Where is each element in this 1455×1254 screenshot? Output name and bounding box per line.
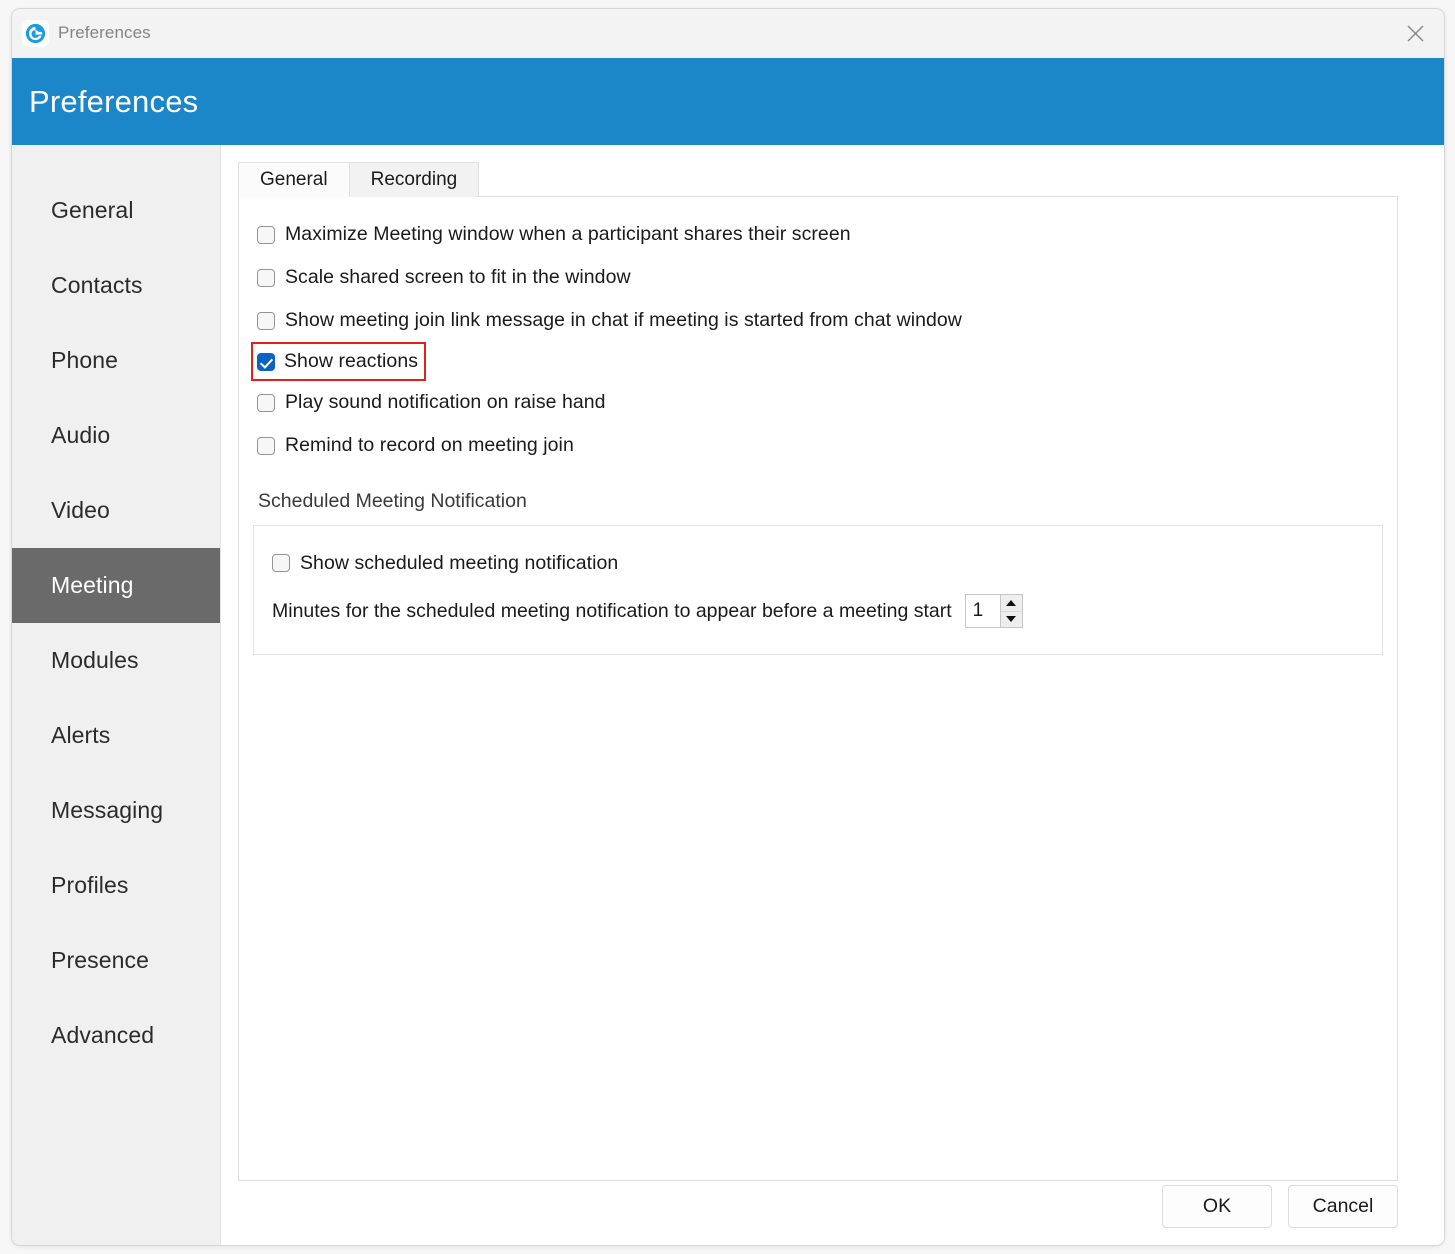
sidebar-item-label: Audio xyxy=(51,422,111,448)
meeting-options-list: Maximize Meeting window when a participa… xyxy=(251,213,1383,467)
sidebar: General Contacts Phone Audio Video Meeting Mod… xyxy=(12,145,221,1245)
option-row-play-sound-notification-on[interactable]: Play sound notification on raise hand xyxy=(253,381,1383,424)
stepper-up-icon[interactable] xyxy=(1000,595,1022,612)
sidebar-item-profiles[interactable]: Profiles xyxy=(12,848,220,923)
option-row-maximize-meeting-window-when[interactable]: Maximize Meeting window when a participa… xyxy=(253,213,1383,256)
checkbox-label-show-scheduled-meeting-notification: Show scheduled meeting notification xyxy=(300,551,619,574)
sidebar-item-phone[interactable]: Phone xyxy=(12,323,220,398)
content-area: General Recording Maximize Meeting window… xyxy=(221,145,1444,1245)
checkbox-label-show-meeting-join-link: Show meeting join link message in chat i… xyxy=(285,309,962,331)
sidebar-item-label: Meeting xyxy=(51,572,134,598)
tab-panel-general: Maximize Meeting window when a participa… xyxy=(238,196,1398,1181)
app-logo-icon xyxy=(22,19,49,47)
option-row-scale-shared-screen-to[interactable]: Scale shared screen to fit in the window xyxy=(253,256,1383,299)
sidebar-item-label: Presence xyxy=(51,947,149,973)
option-row-show-scheduled-meeting-notification[interactable]: Show scheduled meeting notification xyxy=(268,544,1368,582)
titlebar: Preferences xyxy=(12,9,1444,58)
titlebar-title: Preferences xyxy=(58,23,151,42)
sidebar-item-presence[interactable]: Presence xyxy=(12,923,220,998)
sidebar-item-video[interactable]: Video xyxy=(12,473,220,548)
sidebar-item-advanced[interactable]: Advanced xyxy=(12,998,220,1073)
minutes-label: Minutes for the scheduled meeting notifi… xyxy=(272,599,952,622)
tab-recording[interactable]: Recording xyxy=(348,162,480,197)
option-row-show-reactions[interactable]: Show reactions xyxy=(251,342,427,381)
sidebar-item-general[interactable]: General xyxy=(12,173,220,248)
checkbox-label-show-reactions: Show reactions xyxy=(284,350,419,372)
checkbox-label-play-sound-notification-on: Play sound notification on raise hand xyxy=(285,391,606,413)
cancel-button[interactable]: Cancel xyxy=(1288,1184,1398,1228)
checkbox-label-remind-to-record-on: Remind to record on meeting join xyxy=(285,434,574,456)
body-area: General Contacts Phone Audio Video Meeting Mod… xyxy=(12,145,1444,1245)
tab-general[interactable]: General xyxy=(238,162,350,198)
checkbox-show-meeting-join-link[interactable] xyxy=(257,311,275,330)
sidebar-item-label: Profiles xyxy=(51,872,129,898)
preferences-window: Preferences Preferences General Contacts P… xyxy=(11,8,1445,1246)
minutes-stepper[interactable]: 1 xyxy=(964,594,1023,628)
stepper-down-icon[interactable] xyxy=(1001,612,1022,628)
sidebar-item-alerts[interactable]: Alerts xyxy=(12,698,220,773)
sidebar-item-label: Contacts xyxy=(51,272,143,298)
sidebar-item-contacts[interactable]: Contacts xyxy=(12,248,220,323)
checkbox-play-sound-notification-on[interactable] xyxy=(257,393,275,412)
sidebar-item-messaging[interactable]: Messaging xyxy=(12,773,220,848)
minutes-value[interactable]: 1 xyxy=(965,595,1000,627)
stepper-buttons xyxy=(999,595,1022,628)
checkbox-show-reactions[interactable] xyxy=(257,352,275,371)
sidebar-item-label: General xyxy=(51,197,134,223)
checkbox-show-scheduled-meeting-notification[interactable] xyxy=(272,554,290,572)
checkbox-remind-to-record-on[interactable] xyxy=(257,436,275,455)
sidebar-item-label: Advanced xyxy=(51,1022,155,1048)
sidebar-item-modules[interactable]: Modules xyxy=(12,623,220,698)
checkbox-maximize-meeting-window-when[interactable] xyxy=(257,225,275,244)
option-row-remind-to-record-on[interactable]: Remind to record on meeting join xyxy=(253,424,1383,467)
close-icon[interactable] xyxy=(1386,9,1444,57)
tab-label: General xyxy=(260,169,328,190)
sidebar-item-label: Messaging xyxy=(51,797,164,823)
sidebar-item-label: Video xyxy=(51,497,110,523)
sidebar-item-label: Phone xyxy=(51,347,119,373)
scheduled-meeting-notification-group: Show scheduled meeting notification Minu… xyxy=(253,525,1383,655)
sidebar-item-audio[interactable]: Audio xyxy=(12,398,220,473)
header-bar: Preferences xyxy=(12,58,1444,145)
tabstrip: General Recording xyxy=(238,162,1398,198)
sidebar-item-label: Modules xyxy=(51,647,139,673)
sidebar-item-meeting[interactable]: Meeting xyxy=(12,548,220,623)
minutes-row: Minutes for the scheduled meeting notifi… xyxy=(268,588,1368,634)
page-title: Preferences xyxy=(29,83,199,119)
option-row-show-meeting-join-link[interactable]: Show meeting join link message in chat i… xyxy=(253,299,1383,342)
checkbox-scale-shared-screen-to[interactable] xyxy=(257,268,275,287)
checkbox-label-maximize-meeting-window-when: Maximize Meeting window when a participa… xyxy=(285,223,851,245)
checkbox-label-scale-shared-screen-to: Scale shared screen to fit in the window xyxy=(285,266,631,288)
sidebar-item-label: Alerts xyxy=(51,722,111,748)
tab-label: Recording xyxy=(370,169,458,190)
ok-button[interactable]: OK xyxy=(1162,1184,1272,1228)
section-heading: Scheduled Meeting Notification xyxy=(258,490,527,512)
